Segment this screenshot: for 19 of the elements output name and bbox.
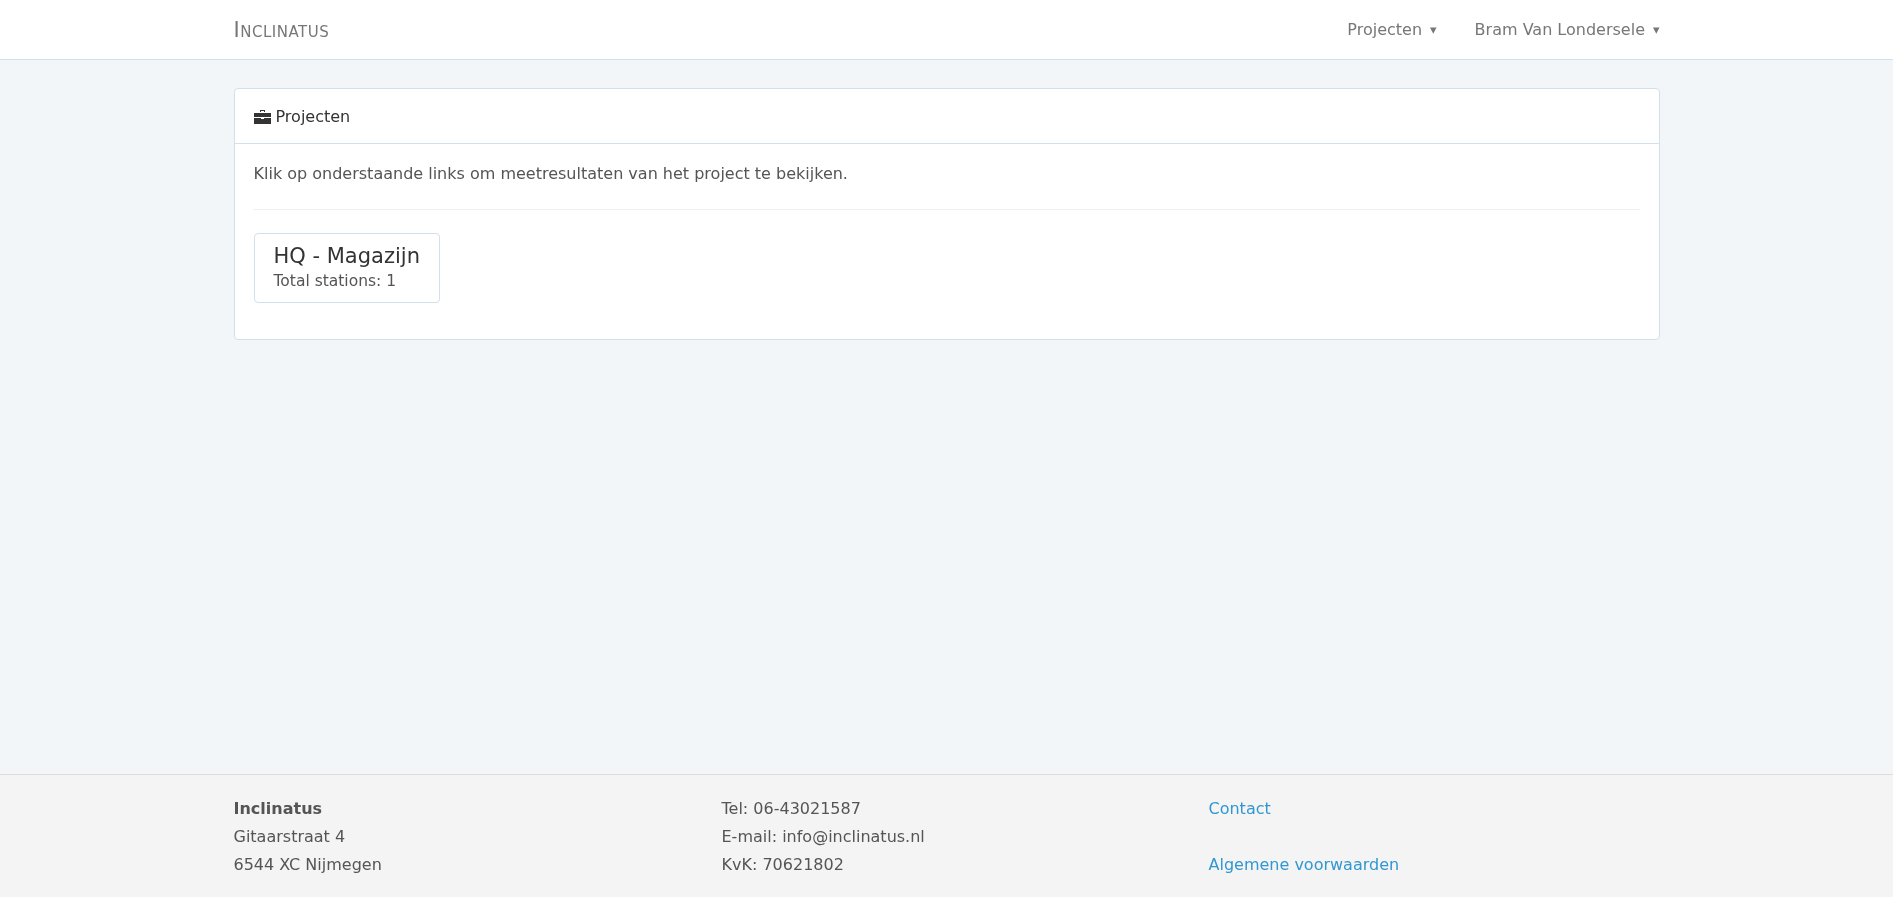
footer-link[interactable]: Algemene voorwaarden [1208,851,1400,879]
contact-line: Tel: 06-43021587 [721,798,861,820]
nav-menu[interactable]: Bram Van Londersele ▾ [1474,20,1660,39]
brand-link[interactable]: Inclinatus [233,17,330,42]
address-line: Gitaarstraat 4 [233,826,346,848]
briefcase-icon [253,108,271,124]
project-card[interactable]: HQ - Magazijn Total stations: 1 [253,233,440,303]
caret-icon: ▾ [1430,22,1437,37]
footer-link[interactable]: Contact [1208,795,1271,823]
contact-line: KvK: 70621802 [721,854,844,876]
panel-title: Projecten [275,106,351,126]
address-line: 6544 XC Nijmegen [233,854,382,876]
company-name: Inclinatus [233,798,323,820]
project-name: HQ - Magazijn [273,244,420,268]
intro-text: Klik op onderstaande links om meetresultaten van het project te bekijken. [253,163,849,185]
nav-menu[interactable]: Projecten ▾ [1347,20,1437,39]
contact-line: E-mail: info@inclinatus.nl [721,826,925,848]
caret-icon: ▾ [1652,22,1660,37]
station-count: Total stations: 1 [273,272,398,290]
